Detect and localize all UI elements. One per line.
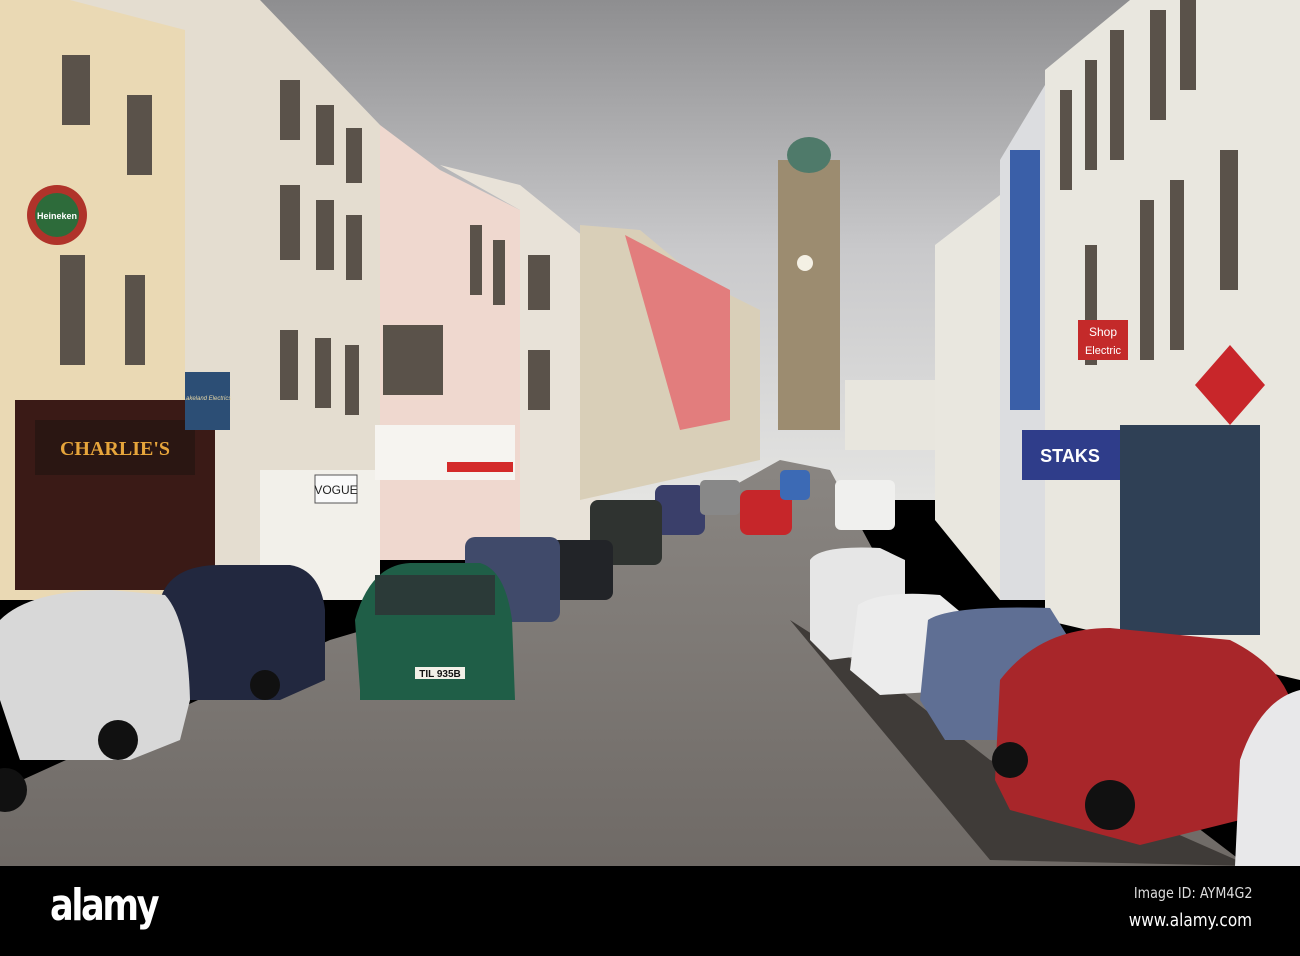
lakeland-sign-text: Lakeland Electrics: [183, 396, 232, 402]
image-id: Image ID: AYM4G2: [1133, 884, 1252, 902]
vogue-sign-text: VOGUE: [314, 483, 357, 497]
shop-electric-sign-text: Shop: [1089, 325, 1117, 339]
building: [935, 195, 1000, 600]
shop-electric-sign-subtext: Electric: [1085, 345, 1122, 357]
street-scene: CHARLIE'S Heineken Lakeland Electrics VO…: [0, 0, 1300, 866]
street-photo: CHARLIE'S Heineken Lakeland Electrics VO…: [0, 0, 1300, 956]
watermark-bar: alamy Image ID: AYM4G2 www.alamy.com: [0, 866, 1300, 956]
green-car: TIL 935B: [355, 563, 515, 700]
clock-tower: [778, 160, 840, 430]
heineken-sign-text: Heineken: [37, 211, 77, 221]
license-plate-text: TIL 935B: [419, 669, 461, 680]
alamy-logo: alamy: [50, 880, 160, 931]
staks-sign-text: STAKS: [1040, 446, 1100, 466]
building: [845, 380, 935, 450]
charlies-sign-text: CHARLIE'S: [60, 438, 170, 460]
tower-dome: [787, 137, 831, 173]
electric-shopfront: [1120, 425, 1260, 635]
website-link: www.alamy.com: [1128, 910, 1252, 931]
blue-facade: [1010, 150, 1040, 410]
clock-face: [797, 255, 813, 271]
